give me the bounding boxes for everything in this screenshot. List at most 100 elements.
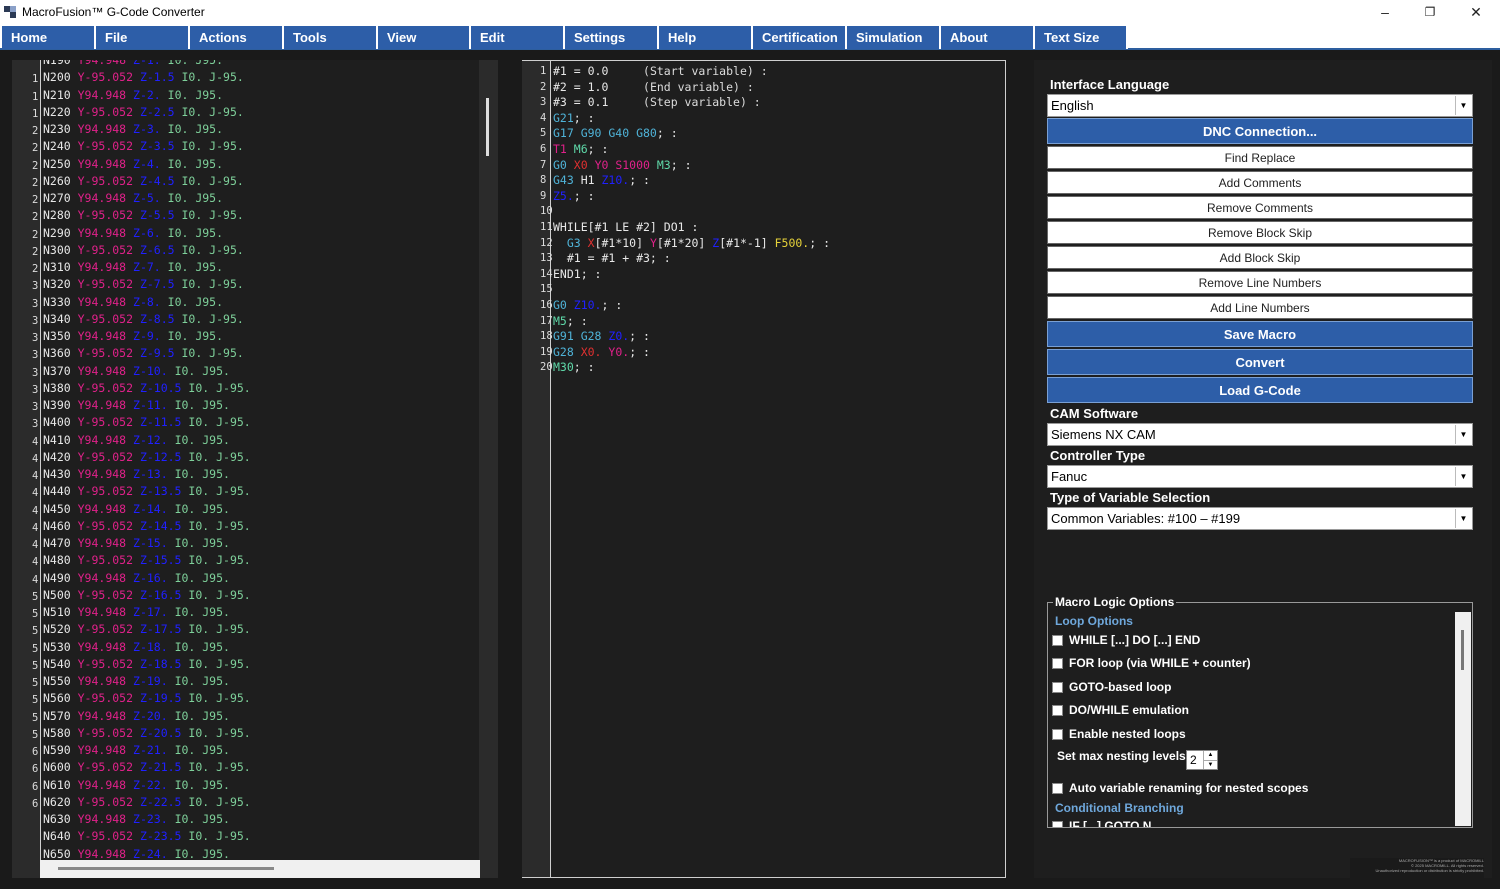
interface-language-select[interactable]: English ▼ <box>1047 94 1473 117</box>
for-loop-option[interactable]: FOR loop (via WHILE + counter) <box>1052 656 1251 670</box>
code-token: I0. J95. <box>167 294 224 309</box>
controller-type-value: Fanuc <box>1051 469 1088 484</box>
code-line: N470 Y94.948 Z-15. I0. J95. <box>43 536 230 550</box>
menu-settings[interactable]: Settings <box>565 26 659 49</box>
variable-selection-select[interactable]: Common Variables: #100 – #199 ▼ <box>1047 507 1473 530</box>
chevron-down-icon[interactable]: ▼ <box>1455 96 1471 115</box>
code-token: ; : <box>566 313 588 328</box>
code-token: Y-95.052 <box>77 622 140 637</box>
while-do-end-checkbox[interactable] <box>1052 634 1063 646</box>
code-token: I0. J95. <box>174 639 230 654</box>
dnc-connection-button[interactable]: DNC Connection... <box>1047 118 1473 144</box>
menu-file[interactable]: File <box>96 26 190 49</box>
code-token: Z-13. <box>133 467 175 481</box>
menu-edit[interactable]: Edit <box>471 26 565 49</box>
menu-actions[interactable]: Actions <box>190 26 284 49</box>
code-token: N300 <box>43 242 78 257</box>
code-token: Y94.948 <box>77 605 134 619</box>
code-token: N220 <box>43 104 78 119</box>
code-token: Y94.948 <box>77 225 134 240</box>
code-token: N380 <box>43 380 78 395</box>
code-token: Y94.948 <box>77 570 134 585</box>
code-line: N250 Y94.948 Z-4. I0. J95. <box>43 157 223 171</box>
max-nesting-stepper[interactable]: 2 ▲ ▼ <box>1186 750 1218 770</box>
code-token: G17 G90 G40 G80 <box>553 126 657 141</box>
menu-home[interactable]: Home <box>2 26 96 49</box>
code-line: N340 Y-95.052 Z-8.5 I0. J-95. <box>43 312 244 326</box>
options-vscroll[interactable] <box>1455 612 1471 826</box>
cam-software-select[interactable]: Siemens NX CAM ▼ <box>1047 423 1473 446</box>
convert-button[interactable]: Convert <box>1047 349 1473 375</box>
save-macro-button[interactable]: Save Macro <box>1047 321 1473 347</box>
code-line: N600 Y-95.052 Z-21.5 I0. J-95. <box>43 760 251 774</box>
auto-rename-option[interactable]: Auto variable renaming for nested scopes <box>1052 781 1308 795</box>
add-block-skip-button[interactable]: Add Block Skip <box>1047 246 1473 269</box>
menu-tools[interactable]: Tools <box>284 26 378 49</box>
code-token: (Step variable) : <box>643 95 761 110</box>
code-line: N530 Y94.948 Z-18. I0. J95. <box>43 640 230 654</box>
left-editor-hscroll-thumb[interactable] <box>58 867 274 870</box>
code-token: Z-15.5 <box>139 553 189 568</box>
code-token: Y-95.052 <box>77 139 140 154</box>
menu-view[interactable]: View <box>378 26 471 49</box>
while-do-end-option[interactable]: WHILE [...] DO [...] END <box>1052 633 1200 647</box>
chevron-down-icon[interactable]: ▼ <box>1455 467 1471 486</box>
spin-down-icon[interactable]: ▼ <box>1203 760 1217 769</box>
right-code-editor[interactable]: 1 #1 = 0.0 (Start variable) :2 #2 = 1.0 (E… <box>522 60 1006 878</box>
code-token: M30 <box>553 360 574 375</box>
code-line: N540 Y-95.052 Z-18.5 I0. J-95. <box>43 657 251 671</box>
remove-line-numbers-button[interactable]: Remove Line Numbers <box>1047 271 1473 294</box>
options-vscroll-thumb[interactable] <box>1461 630 1464 670</box>
add-comments-button[interactable]: Add Comments <box>1047 171 1473 194</box>
code-token: N410 <box>43 432 78 447</box>
add-line-numbers-button[interactable]: Add Line Numbers <box>1047 296 1473 319</box>
for-loop-checkbox[interactable] <box>1052 657 1063 669</box>
goto-loop-checkbox[interactable] <box>1052 681 1063 693</box>
remove-comments-button[interactable]: Remove Comments <box>1047 196 1473 219</box>
code-token: I0. J-95. <box>181 346 244 361</box>
nested-loops-checkbox[interactable] <box>1052 728 1063 740</box>
code-token: Y94.948 <box>77 87 134 102</box>
code-token: ; : <box>629 173 650 188</box>
left-editor-vscroll-thumb[interactable] <box>486 98 489 156</box>
menu-about[interactable]: About <box>941 26 1035 49</box>
left-code-editor[interactable]: N190 Y94.948 Z-1. I0. J95. 1 N200 Y-95.052… <box>12 60 479 860</box>
code-token: Y94.948 <box>77 191 134 205</box>
code-token: Y-95.052 <box>77 277 140 292</box>
code-line: N560 Y-95.052 Z-19.5 I0. J-95. <box>43 691 251 705</box>
find-replace-button[interactable]: Find Replace <box>1047 146 1473 169</box>
code-token: I0. J95. <box>174 812 230 826</box>
auto-rename-checkbox[interactable] <box>1052 782 1063 794</box>
code-token: Z-7. <box>133 260 168 274</box>
if-goto-option[interactable]: IF [...] GOTO N <box>1052 819 1151 827</box>
goto-loop-option[interactable]: GOTO-based loop <box>1052 680 1171 694</box>
code-token: I0. J95. <box>167 260 224 274</box>
close-button[interactable]: ✕ <box>1453 0 1499 24</box>
code-token: Z-22. <box>133 777 175 792</box>
menu-certification[interactable]: Certification <box>753 26 847 49</box>
code-token: Z-23. <box>133 812 175 826</box>
code-token: H1 <box>580 173 602 188</box>
remove-block-skip-button[interactable]: Remove Block Skip <box>1047 221 1473 244</box>
menu-simulation[interactable]: Simulation <box>847 26 941 49</box>
chevron-down-icon[interactable]: ▼ <box>1455 509 1471 528</box>
do-while-option[interactable]: DO/WHILE emulation <box>1052 703 1189 717</box>
spin-up-icon[interactable]: ▲ <box>1203 751 1217 760</box>
code-token: Z-1.5 <box>139 70 182 85</box>
controller-type-select[interactable]: Fanuc ▼ <box>1047 465 1473 488</box>
code-token: Y-95.052 <box>77 725 140 740</box>
code-token: Y-95.052 <box>77 208 140 223</box>
chevron-down-icon[interactable]: ▼ <box>1455 425 1471 444</box>
menu-help[interactable]: Help <box>659 26 753 49</box>
code-token: N610 <box>43 777 78 792</box>
nested-loops-option[interactable]: Enable nested loops <box>1052 727 1186 741</box>
for-loop-label: FOR loop (via WHILE + counter) <box>1069 656 1251 670</box>
do-while-checkbox[interactable] <box>1052 704 1063 716</box>
if-goto-checkbox[interactable] <box>1052 820 1063 827</box>
restore-button[interactable]: ❐ <box>1407 0 1453 24</box>
code-token: T1 <box>553 142 574 156</box>
minimize-button[interactable]: – <box>1362 0 1408 24</box>
code-token: Z-8.5 <box>139 311 182 326</box>
menu-text-size[interactable]: Text Size <box>1035 26 1128 49</box>
load-gcode-button[interactable]: Load G-Code <box>1047 377 1473 403</box>
